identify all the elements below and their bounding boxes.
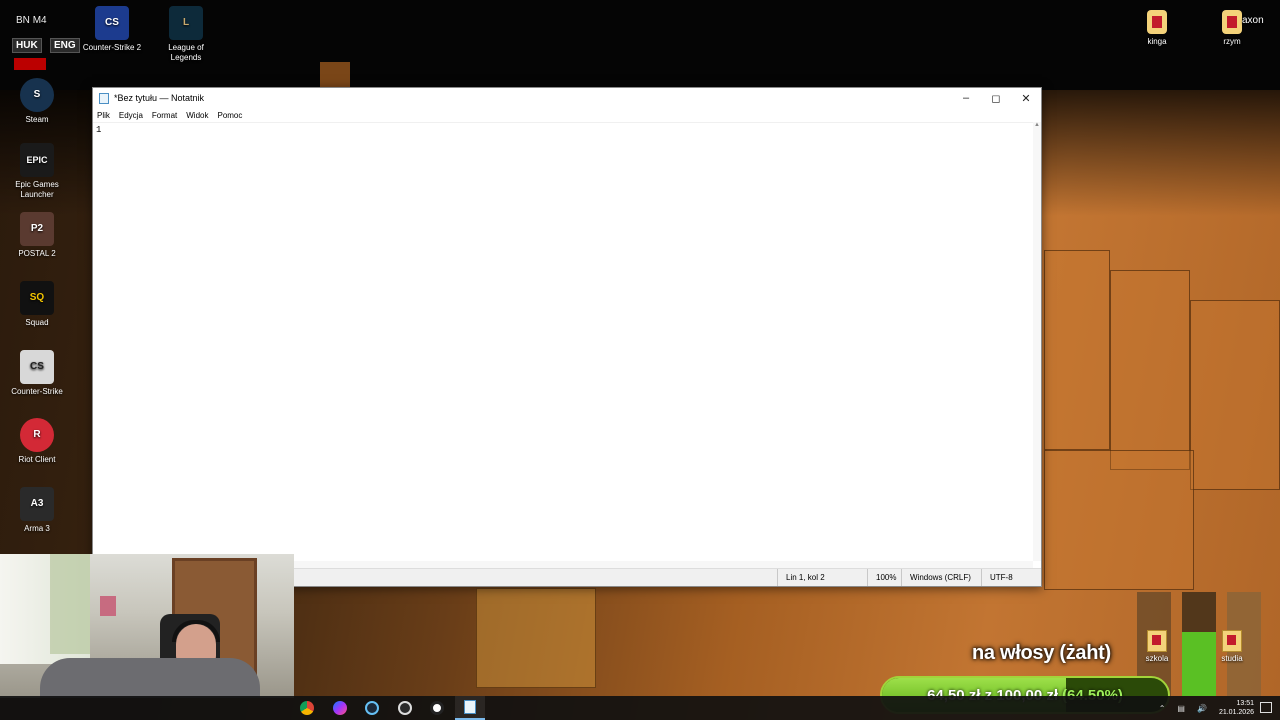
taskbar-chrome[interactable] (292, 696, 322, 720)
desktop-icon-cs2[interactable]: CS Counter-Strike 2 (79, 6, 145, 53)
volume-icon[interactable]: 🔊 (1197, 704, 1207, 713)
notifications-icon[interactable] (1260, 702, 1272, 713)
desktop-icon-label: kinga (1147, 37, 1167, 46)
desktop-icon-kinga[interactable]: kinga (1124, 10, 1190, 47)
cursor-position: Lin 1, kol 2 (777, 569, 867, 586)
tray-chevron-icon[interactable]: ⌃ (1159, 704, 1166, 713)
menu-edycja[interactable]: Edycja (119, 111, 143, 120)
webcam-overlay (0, 554, 294, 698)
arma3-icon: A3 (20, 487, 54, 521)
desktop-icon-label: Counter-Strike (11, 387, 63, 396)
maximize-button[interactable]: ◻ (981, 88, 1011, 108)
text-editor[interactable]: 1 (93, 122, 1041, 561)
taskbar-messenger[interactable] (325, 696, 355, 720)
desktop-icon-label: rzym (1223, 37, 1241, 46)
chrome-icon (300, 701, 314, 715)
desktop-icon-arma3[interactable]: A3 Arma 3 (4, 487, 70, 534)
webcam-person-body (40, 658, 260, 698)
overlay-badge-eng: ENG (50, 38, 80, 53)
menu-plik[interactable]: Plik (97, 111, 110, 120)
menu-bar: Plik Edycja Format Widok Pomoc (93, 108, 1041, 122)
taskbar-steam[interactable] (357, 696, 387, 720)
overlay-green-column (1182, 632, 1216, 696)
desktop-icon-label: Counter-Strike 2 (82, 43, 142, 52)
postal2-icon: P2 (20, 212, 54, 246)
folder-icon (1147, 630, 1167, 652)
taskbar-app[interactable] (422, 696, 452, 720)
desktop-icon-label: POSTAL 2 (18, 249, 56, 258)
donation-message: na włosy (żaht) (972, 642, 1111, 664)
zoom-level: 100% (867, 569, 901, 586)
clock-time: 13:51 (1236, 700, 1254, 707)
wallpaper-detail (476, 588, 596, 688)
desktop-icon-postal2[interactable]: P2 POSTAL 2 (4, 212, 70, 259)
folder-icon (1147, 10, 1167, 34)
wallpaper-detail (1190, 300, 1280, 490)
notepad-icon (99, 92, 109, 104)
notepad-titlebar[interactable]: *Bez tytułu — Notatnik – ◻ ✕ (93, 88, 1041, 108)
desktop-icon-label: Steam (25, 115, 49, 124)
minimize-button[interactable]: – (951, 88, 981, 108)
epic-games-icon: EPIC (20, 143, 54, 177)
steam-icon (365, 701, 379, 715)
lol-icon: L (169, 6, 203, 40)
desktop-icon-squad[interactable]: SQ Squad (4, 281, 70, 328)
close-button[interactable]: ✕ (1011, 88, 1041, 108)
scroll-up-icon[interactable]: ▲ (1033, 122, 1041, 128)
overlay-badge-huk: HUK (12, 38, 42, 53)
notepad-icon (464, 700, 476, 714)
overlay-red-indicator (14, 58, 46, 70)
vertical-scrollbar[interactable]: ▲ (1033, 122, 1041, 561)
desktop-icon-label: Riot Client (18, 455, 56, 464)
squad-icon: SQ (20, 281, 54, 315)
folder-icon (1222, 10, 1242, 34)
desktop-icon-szkola[interactable]: szkola (1140, 630, 1174, 663)
horizontal-scrollbar[interactable] (293, 561, 1033, 568)
window-title: *Bez tytułu — Notatnik (114, 93, 205, 103)
desktop-icon-label: Squad (25, 318, 49, 327)
riot-client-icon: R (20, 418, 54, 452)
obs-icon (398, 701, 412, 715)
desktop-icon-label: Arma 3 (24, 524, 50, 533)
cs2-icon: CS (95, 6, 129, 40)
steam-icon: S (20, 78, 54, 112)
status-bar: Lin 1, kol 2 100% Windows (CRLF) UTF-8 (293, 568, 1041, 586)
folder-label: szkola (1145, 654, 1169, 663)
wallpaper-detail (1110, 270, 1190, 470)
app-icon (430, 701, 444, 715)
webcam-picture (100, 596, 116, 616)
menu-format[interactable]: Format (152, 111, 177, 120)
desktop-icon-epic[interactable]: EPIC Epic Games Launcher (4, 143, 70, 200)
notepad-window[interactable]: *Bez tytułu — Notatnik – ◻ ✕ Plik Edycja… (92, 87, 1042, 587)
encoding: UTF-8 (981, 569, 1041, 586)
menu-pomoc[interactable]: Pomoc (217, 111, 242, 120)
clock-date: 21.01.2026 (1218, 709, 1254, 716)
messenger-icon (333, 701, 347, 715)
webcam-curtain (50, 554, 90, 654)
taskbar-obs[interactable] (390, 696, 420, 720)
counter-strike-icon: CS (20, 350, 54, 384)
desktop-icon-riot[interactable]: R Riot Client (4, 418, 70, 465)
desktop-icon-counter-strike[interactable]: CS Counter-Strike (4, 350, 70, 397)
folder-label: studia (1221, 654, 1243, 663)
overlay-top-text: BN M4 (16, 15, 47, 26)
close-icon: ✕ (1021, 92, 1031, 105)
desktop-icon-studia[interactable]: studia (1215, 630, 1249, 663)
desktop-icon-label: League of Legends (168, 43, 204, 62)
maximize-icon: ◻ (991, 92, 1001, 105)
desktop-icon-lol[interactable]: L League of Legends (153, 6, 219, 63)
wallpaper-detail (1044, 250, 1110, 450)
menu-widok[interactable]: Widok (186, 111, 208, 120)
minimize-icon: – (962, 92, 970, 104)
desktop-icon-label: Epic Games Launcher (15, 180, 59, 199)
line-endings: Windows (CRLF) (901, 569, 981, 586)
taskbar: ⌃ ▤ 🔊 13:51 21.01.2026 (0, 696, 1280, 720)
folder-icon (1222, 630, 1242, 652)
network-icon[interactable]: ▤ (1177, 704, 1185, 713)
top-right-label: axon (1242, 15, 1264, 26)
wallpaper-detail (1044, 450, 1194, 590)
taskbar-notepad[interactable] (455, 696, 485, 720)
desktop-icon-steam[interactable]: S Steam (4, 78, 70, 125)
